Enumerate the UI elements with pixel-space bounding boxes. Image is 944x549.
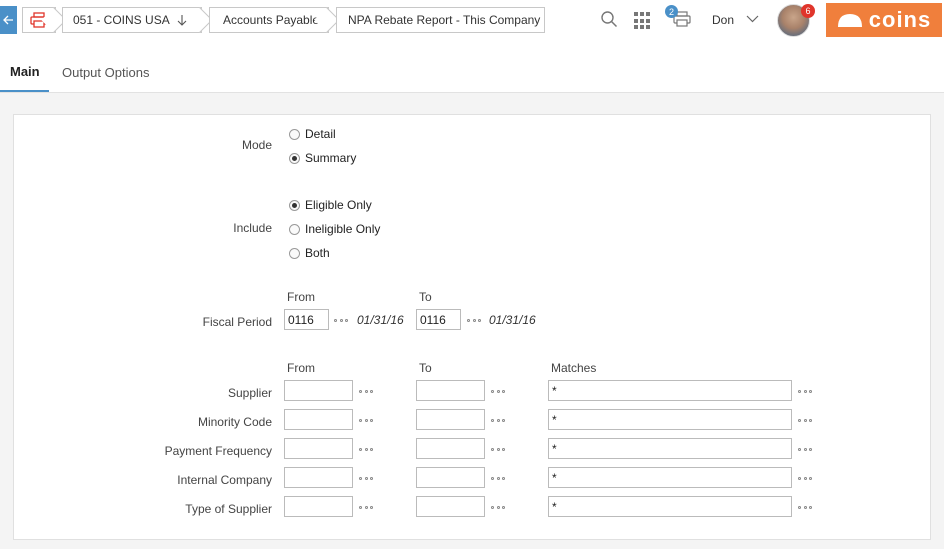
internal-company-to-lookup-icon[interactable] [491,475,505,481]
payment-frequency-from-input[interactable] [284,438,353,459]
type-of-supplier-matches-lookup-icon[interactable] [798,504,812,510]
radio-button[interactable] [289,128,300,140]
minority-code-to-lookup-icon[interactable] [491,417,505,423]
radio-label: Eligible Only [305,198,372,212]
internal-company-from-input[interactable] [284,467,353,488]
payment-frequency-matches-lookup-icon[interactable] [798,446,812,452]
type-of-supplier-to-input[interactable] [416,496,485,517]
supplier-label: Supplier [227,386,272,400]
range-matches-heading: Matches [551,361,597,375]
radio-label: Both [305,246,330,260]
apps-grid-icon[interactable] [634,12,652,30]
include-label: Include [233,221,272,235]
fiscal-to-lookup-icon[interactable] [467,317,481,323]
radio-mode-summary[interactable]: Summary [289,151,356,165]
fiscal-from-input[interactable]: 0116 [284,309,329,330]
payment-frequency-matches-input[interactable]: * [548,438,792,459]
fiscal-to-heading: To [419,290,432,304]
mode-label: Mode [241,138,272,152]
radio-button[interactable] [289,152,300,164]
internal-company-from-lookup-icon[interactable] [359,475,373,481]
minority-code-from-lookup-icon[interactable] [359,417,373,423]
radio-button[interactable] [289,223,300,235]
minority-code-to-input[interactable] [416,409,485,430]
fiscal-from-heading: From [287,290,315,304]
minority-code-matches-input[interactable]: * [548,409,792,430]
radio-mode-detail[interactable]: Detail [289,127,336,141]
back-button[interactable] [0,6,17,34]
payment-frequency-to-lookup-icon[interactable] [491,446,505,452]
supplier-to-lookup-icon[interactable] [491,388,505,394]
payment-frequency-to-input[interactable] [416,438,485,459]
type-of-supplier-to-lookup-icon[interactable] [491,504,505,510]
radio-button[interactable] [289,199,300,211]
radio-include-eligible[interactable]: Eligible Only [289,198,372,212]
print-button[interactable] [22,7,67,33]
radio-label: Ineligible Only [305,222,381,236]
internal-company-to-input[interactable] [416,467,485,488]
payment-frequency-label: Payment Frequency [164,444,272,458]
tab-main[interactable]: Main [0,52,49,92]
payment-frequency-from-lookup-icon[interactable] [359,446,373,452]
breadcrumb-module[interactable]: Accounts Payable [209,7,340,33]
internal-company-label: Internal Company [177,473,272,487]
radio-label: Summary [305,151,357,165]
top-bar: 051 - COINS USA Accounts Payable NPA Reb… [0,0,944,40]
supplier-from-input[interactable] [284,380,353,401]
internal-company-matches-lookup-icon[interactable] [798,475,812,481]
radio-include-ineligible[interactable]: Ineligible Only [289,222,380,236]
queue-count-badge: 2 [665,5,678,18]
type-of-supplier-label: Type of Supplier [185,502,272,516]
minority-code-label: Minority Code [197,415,272,429]
minority-code-matches-lookup-icon[interactable] [798,417,812,423]
breadcrumb-module-label: Accounts Payable [223,13,320,27]
fiscal-period-label: Fiscal Period [202,315,272,329]
type-of-supplier-from-input[interactable] [284,496,353,517]
radio-button[interactable] [289,247,300,259]
logo-text: coins [868,7,932,32]
search-icon[interactable] [600,10,618,28]
arrow-down-icon [177,15,187,26]
supplier-from-lookup-icon[interactable] [359,388,373,394]
minority-code-from-input[interactable] [284,409,353,430]
breadcrumb-company[interactable]: 051 - COINS USA [62,7,213,33]
user-name[interactable]: Don [712,13,734,27]
fiscal-from-date: 01/31/16 [357,313,404,327]
type-of-supplier-from-lookup-icon[interactable] [359,504,373,510]
tab-bar: Main Output Options [0,52,944,92]
supplier-matches-input[interactable]: * [548,380,792,401]
supplier-matches-lookup-icon[interactable] [798,388,812,394]
radio-include-both[interactable]: Both [289,246,330,260]
fiscal-to-date: 01/31/16 [489,313,536,327]
notification-badge: 6 [801,4,815,18]
tab-output-options[interactable]: Output Options [62,52,149,92]
type-of-supplier-matches-input[interactable]: * [548,496,792,517]
hard-hat-icon [837,14,862,27]
range-to-heading: To [419,361,432,375]
fiscal-to-input[interactable]: 0116 [416,309,461,330]
supplier-to-input[interactable] [416,380,485,401]
internal-company-matches-input[interactable]: * [548,467,792,488]
coins-logo: coins [826,3,942,37]
breadcrumb-report[interactable]: NPA Rebate Report - This Company [336,7,545,33]
fiscal-from-lookup-icon[interactable] [334,317,348,323]
breadcrumb-report-label: NPA Rebate Report - This Company [348,13,541,27]
breadcrumb-company-label: 051 - COINS USA [73,13,170,27]
chevron-down-icon[interactable] [746,11,759,25]
radio-label: Detail [305,127,336,141]
back-arrow-icon [3,15,13,25]
range-from-heading: From [287,361,315,375]
report-parameters-panel: Mode Detail Summary Include Eligible Onl… [13,114,931,540]
